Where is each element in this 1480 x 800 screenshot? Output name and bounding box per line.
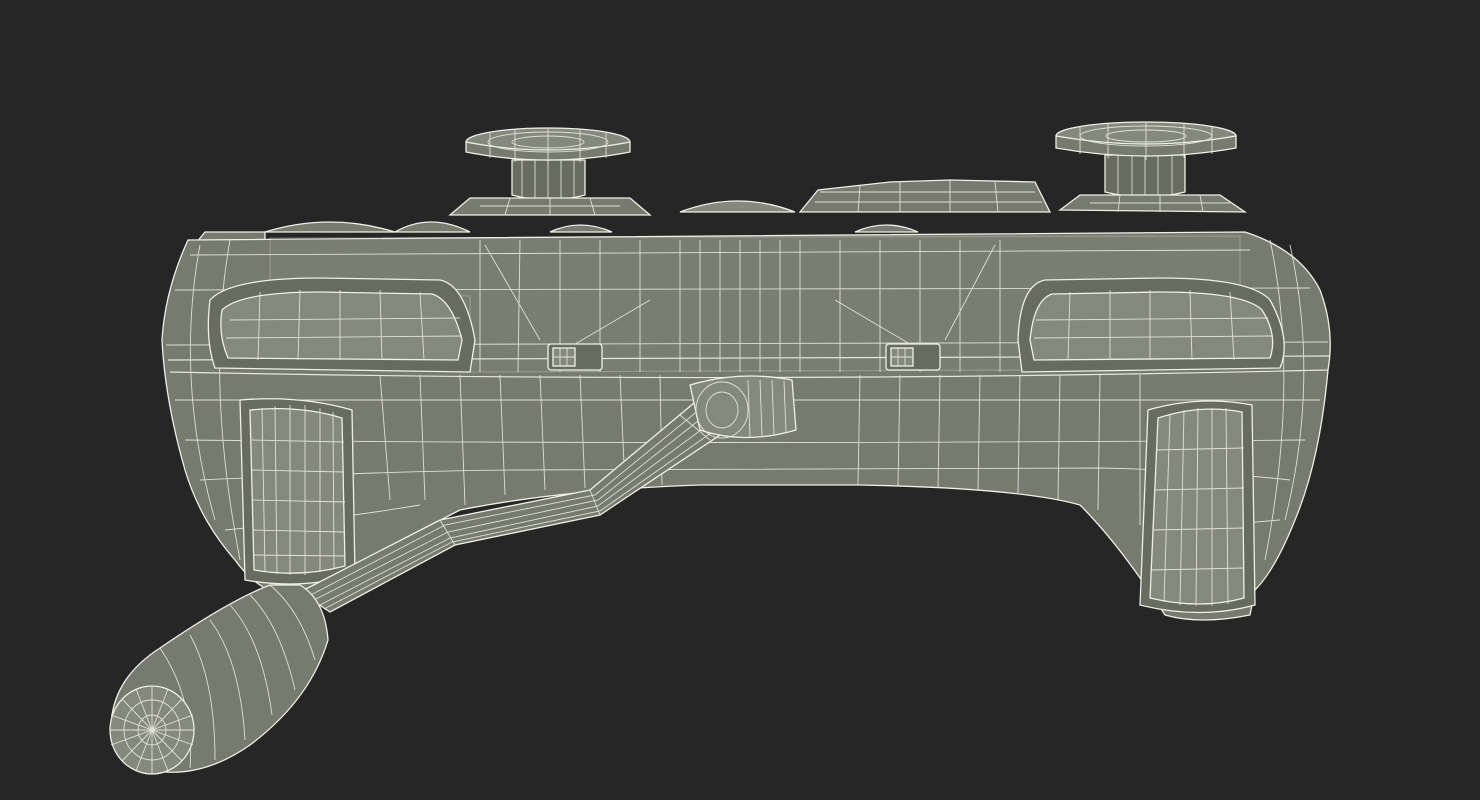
wireframe-render xyxy=(109,121,1331,775)
viewport xyxy=(0,0,1480,800)
right-bumper xyxy=(1017,277,1285,373)
left-trigger xyxy=(239,398,356,585)
right-trigger xyxy=(1139,400,1256,614)
left-port xyxy=(547,343,603,371)
left-bumper xyxy=(207,277,476,373)
right-thumbstick xyxy=(1055,121,1237,198)
right-port xyxy=(885,343,941,371)
left-thumbstick xyxy=(465,127,631,201)
